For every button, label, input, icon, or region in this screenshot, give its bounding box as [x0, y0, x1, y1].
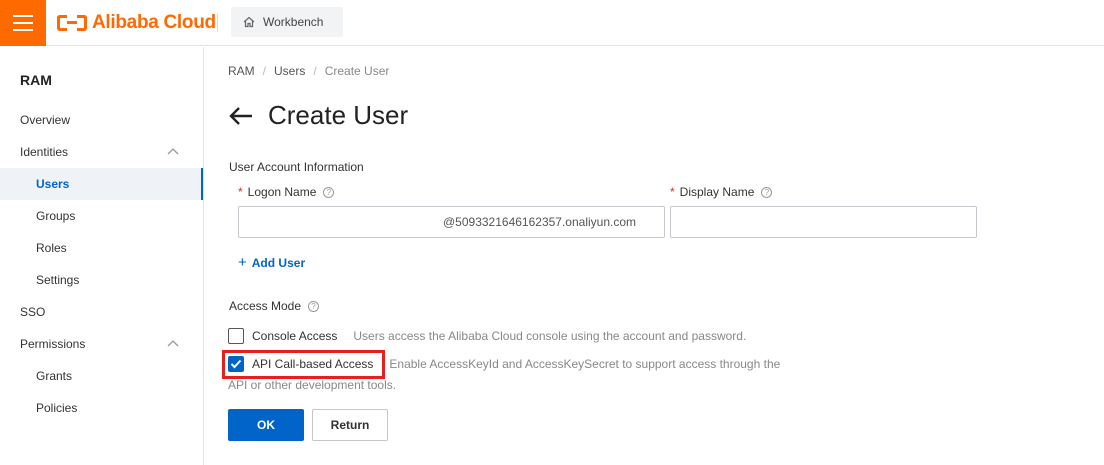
breadcrumb-users[interactable]: Users: [274, 64, 305, 78]
sidebar-item-label: Roles: [36, 241, 67, 255]
workbench-button[interactable]: Workbench: [231, 7, 343, 37]
help-icon[interactable]: ?: [761, 186, 773, 198]
sidebar-item-label: Settings: [36, 273, 80, 287]
top-bar: Alibaba Cloud Workbench: [0, 0, 1104, 46]
required-mark: *: [238, 185, 243, 199]
logon-name-domain-suffix: @5093321646162357.onaliyun.com: [443, 215, 637, 229]
display-name-label: * Display Name ?: [670, 185, 773, 199]
alibaba-cloud-logo[interactable]: Alibaba Cloud: [57, 11, 216, 35]
page-title: Create User: [268, 100, 409, 130]
sidebar-item-label: Grants: [36, 369, 73, 383]
sidebar-item-label: Groups: [36, 209, 76, 223]
breadcrumb: RAM / Users / Create User: [228, 64, 389, 78]
display-name-input[interactable]: [670, 206, 977, 238]
sidebar-item-label: SSO: [20, 305, 46, 319]
access-mode-label: Access Mode ?: [229, 299, 320, 313]
sidebar-item-label: Permissions: [20, 337, 86, 351]
sidebar-item-settings[interactable]: Settings: [0, 264, 203, 296]
api-access-description: Enable AccessKeyId and AccessKeySecret t…: [389, 357, 781, 371]
sidebar-item-label: Policies: [36, 401, 78, 415]
sidebar-item-label: Identities: [20, 145, 69, 159]
back-arrow-icon[interactable]: [228, 104, 254, 128]
plus-icon: +: [238, 254, 247, 271]
display-name-label-text: Display Name: [679, 185, 755, 199]
required-mark: *: [670, 185, 675, 199]
breadcrumb-separator: /: [313, 64, 317, 78]
sidebar-item-permissions[interactable]: Permissions: [0, 328, 203, 360]
header-divider: [217, 14, 218, 32]
home-icon: [243, 16, 255, 28]
breadcrumb-separator: /: [262, 64, 267, 78]
console-access-label[interactable]: Console Access: [252, 329, 337, 343]
console-access-option: Console Access Users access the Alibaba …: [228, 328, 746, 344]
breadcrumb-create-user: Create User: [324, 64, 390, 78]
sidebar-title: RAM: [20, 72, 52, 88]
chevron-up-icon: [167, 148, 179, 155]
add-user-button[interactable]: + Add User: [238, 254, 306, 271]
hamburger-menu-icon[interactable]: [0, 0, 46, 46]
sidebar-item-label: Overview: [20, 113, 71, 127]
brand-name: Alibaba Cloud: [92, 12, 216, 33]
highlight-box: [222, 350, 385, 379]
sidebar-item-sso[interactable]: SSO: [0, 296, 203, 328]
workbench-label: Workbench: [263, 15, 324, 29]
ok-button[interactable]: OK: [228, 409, 304, 441]
alibaba-cloud-logo-icon: [57, 15, 87, 31]
console-access-checkbox[interactable]: [228, 328, 244, 344]
sidebar-item-overview[interactable]: Overview: [0, 104, 203, 136]
return-button[interactable]: Return: [312, 409, 388, 441]
chevron-up-icon: [167, 340, 179, 347]
logon-name-label: * Logon Name ?: [238, 185, 335, 199]
api-access-description-continued: API or other development tools.: [228, 378, 397, 392]
sidebar-item-groups[interactable]: Groups: [0, 200, 203, 232]
sidebar-item-users[interactable]: Users: [0, 168, 203, 200]
access-mode-label-text: Access Mode: [229, 299, 302, 313]
breadcrumb-ram[interactable]: RAM: [228, 64, 255, 78]
console-access-description: Users access the Alibaba Cloud console u…: [353, 329, 747, 343]
sidebar-item-label: Users: [36, 177, 70, 191]
sidebar: RAM Overview Identities Users Groups Rol…: [0, 47, 204, 465]
logon-name-label-text: Logon Name: [247, 185, 317, 199]
sidebar-item-roles[interactable]: Roles: [0, 232, 203, 264]
sidebar-item-policies[interactable]: Policies: [0, 392, 203, 424]
help-icon[interactable]: ?: [323, 186, 335, 198]
sidebar-item-grants[interactable]: Grants: [0, 360, 203, 392]
user-account-section-label: User Account Information: [229, 160, 364, 174]
add-user-label: Add User: [251, 256, 306, 270]
sidebar-item-identities[interactable]: Identities: [0, 136, 203, 168]
help-icon[interactable]: ?: [308, 300, 320, 312]
